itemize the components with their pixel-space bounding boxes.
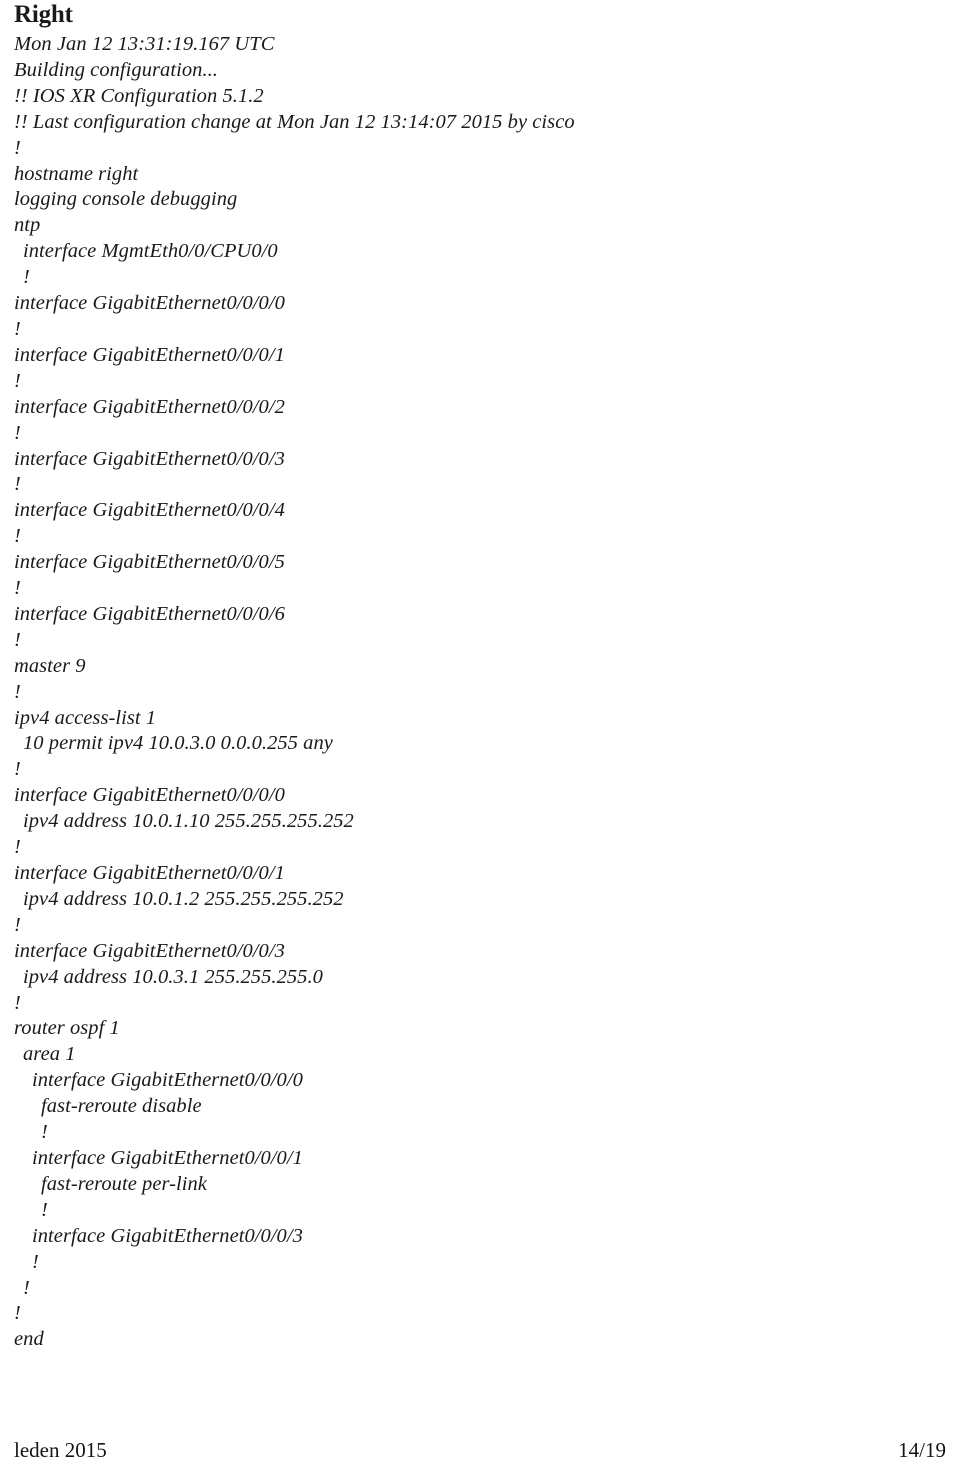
config-line: ! (14, 421, 21, 444)
config-line: !! Last configuration change at Mon Jan … (14, 110, 575, 133)
config-line: interface GigabitEthernet0/0/0/3 (14, 939, 285, 962)
config-line: interface GigabitEthernet0/0/0/6 (14, 602, 285, 625)
config-line: ! (14, 758, 21, 781)
config-line: ! (41, 1121, 48, 1144)
config-line: ! (32, 1250, 39, 1273)
config-line: interface GigabitEthernet0/0/0/0 (14, 784, 285, 807)
config-line: master 9 (14, 654, 86, 677)
config-line: ipv4 address 10.0.1.2 255.255.255.252 (23, 887, 344, 910)
footer-date: leden 2015 (14, 1438, 107, 1462)
config-line: interface GigabitEthernet0/0/0/3 (14, 447, 285, 470)
config-line: ! (14, 991, 21, 1014)
config-line: interface GigabitEthernet0/0/0/4 (14, 499, 285, 522)
config-line: ipv4 address 10.0.3.1 255.255.255.0 (23, 965, 323, 988)
config-line: ! (41, 1198, 48, 1221)
config-line: logging console debugging (14, 188, 238, 211)
config-line: interface GigabitEthernet0/0/0/1 (14, 862, 285, 884)
config-line: ! (14, 913, 21, 936)
config-line: ! (14, 680, 21, 703)
config-line: ! (14, 136, 21, 159)
config-line: Mon Jan 12 13:31:19.167 UTC (14, 33, 275, 55)
config-line: !! IOS XR Configuration 5.1.2 (14, 84, 264, 107)
config-line: ! (14, 836, 21, 859)
config-line: ipv4 address 10.0.1.10 255.255.255.252 (23, 810, 354, 833)
config-line: area 1 (23, 1043, 76, 1066)
footer-page-number: 14/19 (898, 1438, 946, 1462)
config-line: ! (14, 628, 21, 651)
config-line: interface GigabitEthernet0/0/0/2 (14, 395, 285, 418)
config-line: interface MgmtEth0/0/CPU0/0 (23, 240, 278, 263)
config-line: ! (23, 1276, 30, 1299)
page-title: Right (14, 1, 73, 28)
page-footer: leden 2015 14/19 (0, 1438, 960, 1462)
config-line: ! (14, 577, 21, 600)
config-line: Building configuration... (14, 58, 218, 81)
config-line: ! (14, 473, 21, 496)
slide-page: Right Mon Jan 12 13:31:19.167 UTC Buildin… (0, 0, 960, 1476)
config-line: ! (14, 525, 21, 548)
config-line: fast-reroute disable (41, 1095, 202, 1118)
config-line: ntp (14, 214, 41, 237)
config-line: interface GigabitEthernet0/0/0/1 (14, 343, 285, 366)
config-line: ! (23, 266, 30, 289)
config-line: ipv4 access-list 1 (14, 706, 157, 729)
config-line: end (14, 1328, 44, 1351)
config-line: interface GigabitEthernet0/0/0/0 (14, 292, 285, 315)
config-line: router ospf 1 (14, 1017, 120, 1040)
config-line: ! (14, 317, 21, 340)
router-config-listing: Mon Jan 12 13:31:19.167 UTC Building conf… (14, 32, 946, 1353)
config-line: 10 permit ipv4 10.0.3.0 0.0.0.255 any (23, 732, 333, 755)
config-line: interface GigabitEthernet0/0/0/0 (32, 1069, 303, 1092)
config-line: ! (14, 369, 21, 392)
config-line: fast-reroute per-link (41, 1172, 207, 1195)
config-line: interface GigabitEthernet0/0/0/5 (14, 551, 285, 574)
config-line: hostname right (14, 162, 139, 185)
config-line: interface GigabitEthernet0/0/0/3 (32, 1224, 303, 1247)
config-line: interface GigabitEthernet0/0/0/1 (32, 1146, 303, 1169)
config-line: ! (14, 1302, 21, 1325)
